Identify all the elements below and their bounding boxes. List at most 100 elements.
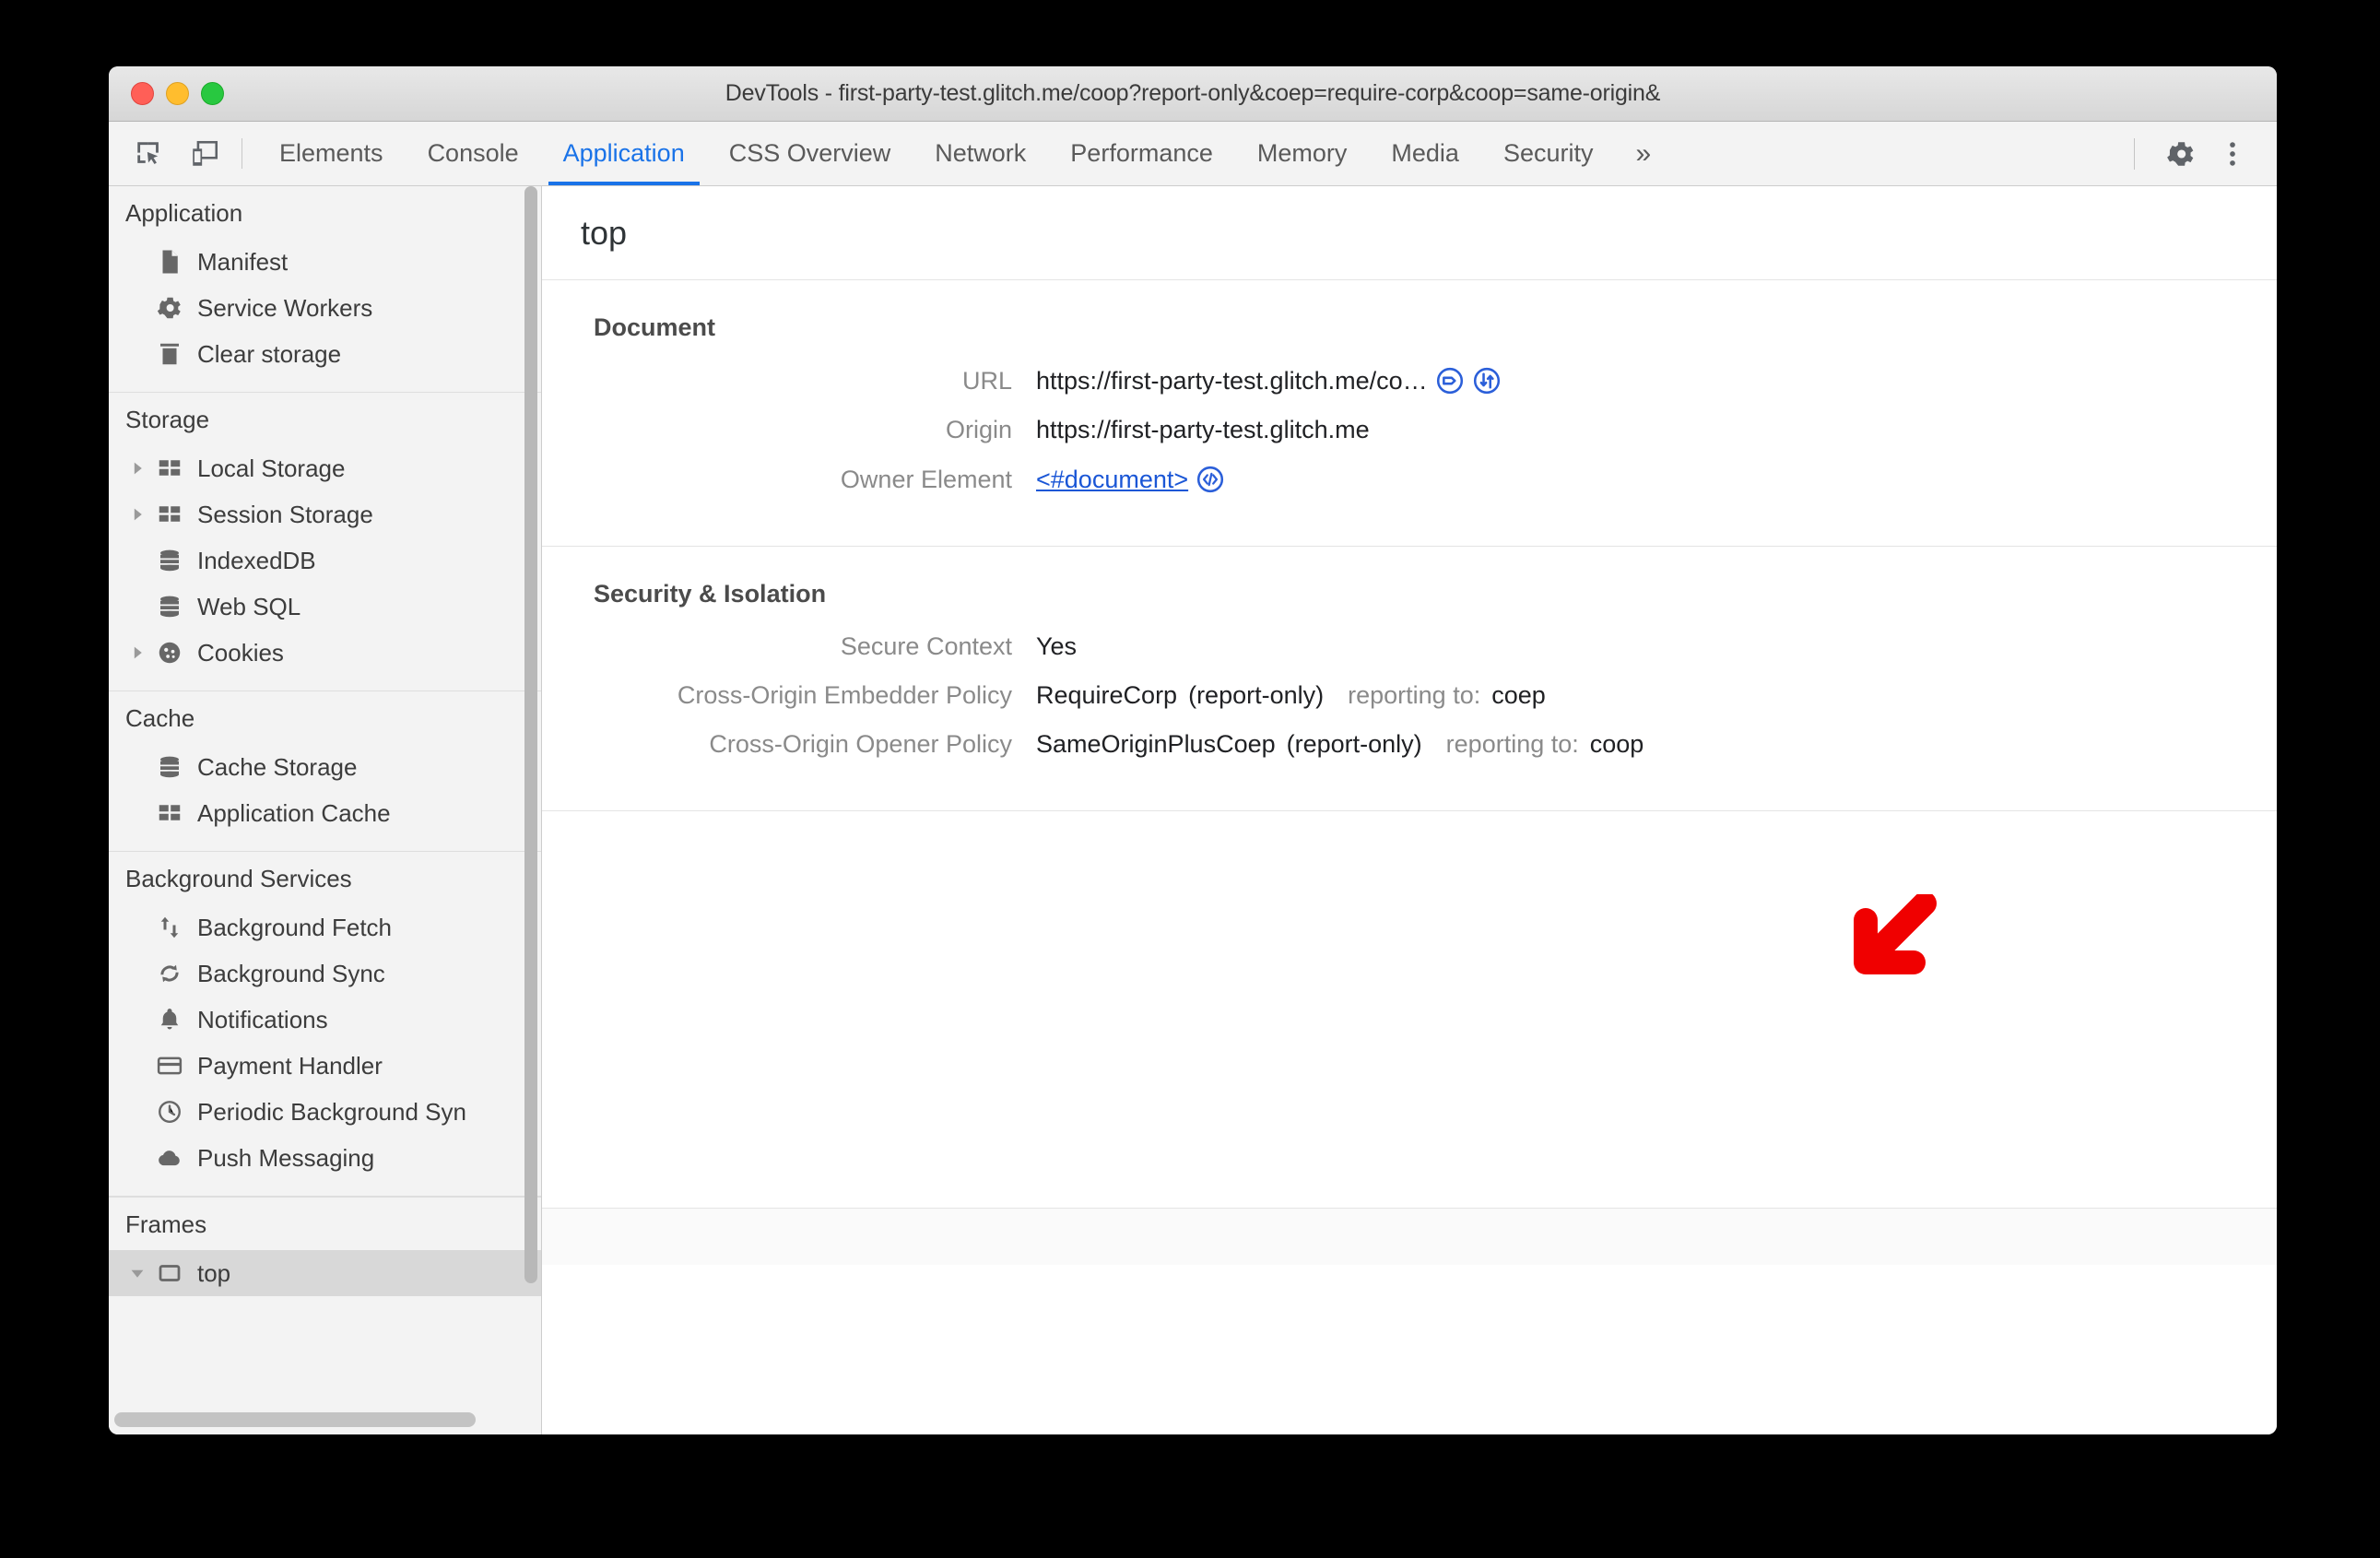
- coep-reporting-prefix: reporting to:: [1348, 681, 1481, 709]
- tab-memory[interactable]: Memory: [1235, 122, 1370, 185]
- origin-value: https://first-party-test.glitch.me: [1036, 416, 1370, 443]
- sidebar-item-cookies[interactable]: Cookies: [109, 630, 541, 676]
- application-sidebar: Application Manifest Service Workers Cle…: [109, 186, 542, 1434]
- page-title: top: [542, 186, 2277, 280]
- more-tabs-button[interactable]: »: [1615, 122, 1671, 185]
- origin-label: Origin: [945, 416, 1012, 443]
- window-title: DevTools - first-party-test.glitch.me/co…: [725, 80, 1661, 106]
- sidebar-item-periodic-background-sync[interactable]: Periodic Background Syn: [109, 1089, 541, 1135]
- devtools-window: DevTools - first-party-test.glitch.me/co…: [109, 66, 2277, 1434]
- sidebar-item-cache-storage[interactable]: Cache Storage: [109, 744, 541, 790]
- tab-label: Application: [562, 139, 685, 167]
- minimize-button[interactable]: [166, 82, 189, 105]
- open-in-sources-icon[interactable]: [1435, 366, 1465, 395]
- chevron-right-icon[interactable]: [125, 461, 149, 476]
- coep-mode: (report-only): [1188, 681, 1325, 709]
- device-toolbar-button[interactable]: [177, 122, 232, 185]
- sidebar-item-notifications[interactable]: Notifications: [109, 997, 541, 1043]
- document-icon: [151, 248, 188, 276]
- sidebar-item-clear-storage[interactable]: Clear storage: [109, 331, 541, 377]
- coop-mode: (report-only): [1286, 730, 1422, 758]
- sidebar-item-local-storage[interactable]: Local Storage: [109, 445, 541, 491]
- gear-icon: [2167, 141, 2194, 166]
- sidebar-item-web-sql[interactable]: Web SQL: [109, 584, 541, 630]
- sidebar-horizontal-scrollbar[interactable]: [114, 1412, 476, 1427]
- security-section-title: Security & Isolation: [594, 580, 827, 608]
- sidebar-section-frames: Frames top: [109, 1197, 541, 1296]
- coep-value-group: RequireCorp (report-only) reporting to: …: [1036, 681, 1546, 710]
- inspect-element-icon: [137, 141, 159, 164]
- sidebar-item-push-messaging[interactable]: Push Messaging: [109, 1135, 541, 1181]
- sidebar-item-session-storage[interactable]: Session Storage: [109, 491, 541, 537]
- owner-element-link[interactable]: <#document>: [1036, 466, 1188, 494]
- row-origin: Origin https://first-party-test.glitch.m…: [542, 416, 2277, 444]
- database-icon: [151, 593, 188, 620]
- database-icon: [151, 753, 188, 781]
- tab-application[interactable]: Application: [541, 122, 707, 185]
- sidebar-vertical-scrollbar[interactable]: [524, 186, 537, 1283]
- sidebar-item-payment-handler[interactable]: Payment Handler: [109, 1043, 541, 1089]
- maximize-button[interactable]: [201, 82, 224, 105]
- security-isolation-section: Security & Isolation Secure Context Yes …: [542, 547, 2277, 811]
- device-toolbar-icon: [193, 140, 218, 166]
- tab-console[interactable]: Console: [406, 122, 541, 185]
- sidebar-section-title: Background Services: [125, 865, 352, 892]
- coop-label: Cross-Origin Opener Policy: [709, 730, 1012, 758]
- sidebar-item-application-cache[interactable]: Application Cache: [109, 790, 541, 836]
- owner-element-label: Owner Element: [840, 465, 1012, 493]
- bell-icon: [151, 1006, 188, 1033]
- sidebar-scroll-area: Application Manifest Service Workers Cle…: [109, 186, 541, 1434]
- tab-label: Elements: [279, 139, 383, 167]
- url-label: URL: [961, 366, 1012, 395]
- owner-element-value-group: <#document>: [1036, 465, 1225, 494]
- chevron-right-icon[interactable]: [125, 507, 149, 522]
- close-button[interactable]: [131, 82, 154, 105]
- chevron-double-right-icon: »: [1635, 137, 1652, 169]
- tab-label: Media: [1391, 139, 1459, 167]
- window-controls[interactable]: [131, 82, 224, 105]
- sidebar-item-indexeddb[interactable]: IndexedDB: [109, 537, 541, 584]
- tab-media[interactable]: Media: [1369, 122, 1481, 185]
- toolbar-divider-right: [2134, 137, 2135, 170]
- tab-label: Performance: [1070, 139, 1213, 167]
- table-icon: [151, 454, 188, 482]
- table-icon: [151, 501, 188, 528]
- open-in-network-icon[interactable]: [1472, 366, 1502, 395]
- sidebar-item-manifest[interactable]: Manifest: [109, 239, 541, 285]
- tab-css-overview[interactable]: CSS Overview: [707, 122, 913, 185]
- sidebar-item-label: Payment Handler: [197, 1051, 383, 1080]
- sidebar-item-background-fetch[interactable]: Background Fetch: [109, 904, 541, 950]
- coop-value: SameOriginPlusCoep: [1036, 730, 1276, 758]
- sidebar-item-background-sync[interactable]: Background Sync: [109, 950, 541, 997]
- tab-performance[interactable]: Performance: [1048, 122, 1235, 185]
- table-icon: [151, 799, 188, 827]
- tab-label: Memory: [1256, 139, 1348, 167]
- sidebar-item-label: top: [197, 1258, 231, 1287]
- sidebar-section-title: Application: [125, 199, 243, 227]
- tab-security[interactable]: Security: [1481, 122, 1616, 185]
- tab-network[interactable]: Network: [913, 122, 1048, 185]
- sidebar-item-top-frame[interactable]: top: [109, 1250, 541, 1296]
- coep-reporting-endpoint: coep: [1491, 681, 1546, 709]
- chevron-down-icon[interactable]: [125, 1266, 149, 1281]
- sidebar-item-label: Local Storage: [197, 454, 346, 482]
- row-owner-element: Owner Element <#document>: [542, 465, 2277, 494]
- sidebar-item-service-workers[interactable]: Service Workers: [109, 285, 541, 331]
- tab-label: CSS Overview: [728, 139, 891, 167]
- chevron-right-icon[interactable]: [125, 645, 149, 660]
- coep-label: Cross-Origin Embedder Policy: [677, 681, 1012, 709]
- panel-tabs: Elements Console Application CSS Overvie…: [257, 122, 1671, 185]
- row-coep: Cross-Origin Embedder Policy RequireCorp…: [542, 681, 2277, 710]
- url-value-group: https://first-party-test.glitch.me/co…: [1036, 366, 1502, 395]
- credit-card-icon: [151, 1052, 188, 1080]
- coop-value-group: SameOriginPlusCoep (report-only) reporti…: [1036, 730, 1644, 759]
- coep-value: RequireCorp: [1036, 681, 1178, 709]
- toolbar-right-group: [2125, 122, 2277, 185]
- code-brackets-icon[interactable]: [1196, 465, 1225, 494]
- tab-elements[interactable]: Elements: [257, 122, 406, 185]
- inspect-element-button[interactable]: [122, 122, 177, 185]
- settings-button[interactable]: [2155, 138, 2207, 170]
- sync-icon: [151, 960, 188, 987]
- devtools-panel-body: Application Manifest Service Workers Cle…: [109, 186, 2277, 1434]
- more-options-button[interactable]: [2207, 138, 2258, 170]
